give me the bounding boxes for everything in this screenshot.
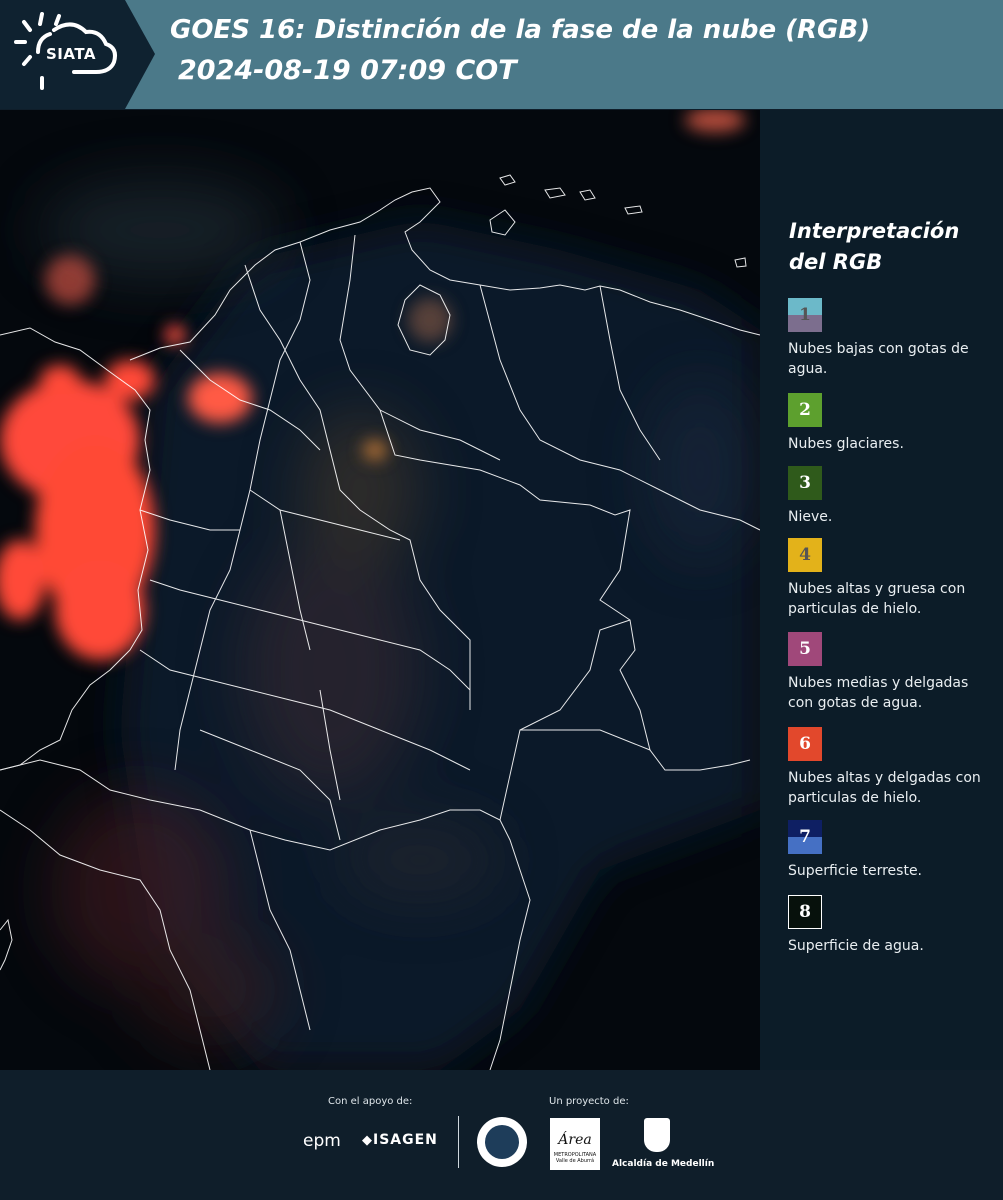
siata-logo-text: SIATA [46, 45, 97, 63]
legend-number-2: 2 [799, 400, 811, 420]
legend-item-8: 8 Superficie de agua. [788, 895, 1000, 956]
legend-swatch-2: 2 [788, 393, 822, 427]
isagen-mark-icon: ◆ [362, 1133, 373, 1148]
medellin-shield-icon [644, 1118, 670, 1152]
legend-label-8: Superficie de agua. [788, 938, 924, 954]
isagen-logo: ◆ISAGEN [362, 1132, 438, 1148]
legend-label-7: Superficie terreste. [788, 863, 923, 879]
legend-swatch-1: 1 [788, 298, 822, 332]
legend-number-6: 6 [799, 734, 811, 754]
legend-item-2: 2 Nubes glaciares. [788, 393, 1000, 454]
isagen-logo-text: ISAGEN [373, 1132, 438, 1148]
legend-label-6: Nubes altas y delgadas con particulas de… [788, 770, 981, 806]
legend-swatch-6: 6 [788, 727, 822, 761]
alcaldia-medellin-logo-text: Alcaldía de Medellín [612, 1159, 715, 1169]
legend-number-7: 7 [799, 827, 811, 847]
legend-label-4: Nubes altas y gruesa con particulas de h… [788, 581, 966, 617]
legend-item-6: 6 Nubes altas y delgadas con particulas … [788, 727, 1000, 808]
page-title: GOES 16: Distinción de la fase de la nub… [170, 15, 871, 45]
legend-swatch-7: 7 [788, 820, 822, 854]
legend-item-4: 4 Nubes altas y gruesa con particulas de… [788, 538, 1000, 619]
legend-label-3: Nieve. [788, 509, 833, 525]
support-label: Con el apoyo de: [328, 1096, 413, 1107]
legend-label-2: Nubes glaciares. [788, 436, 904, 452]
legend-swatch-3: 3 [788, 466, 822, 500]
legend-panel: Interpretación del RGB 1 Nubes bajas con… [760, 110, 1003, 1070]
legend-number-4: 4 [799, 545, 811, 565]
epm-logo: epm [303, 1131, 341, 1151]
legend-number-3: 3 [799, 473, 811, 493]
area-metropolitana-logo: Área METROPOLITANA Valle de Aburrá [550, 1118, 600, 1170]
legend-swatch-5: 5 [788, 632, 822, 666]
university-seal-logo [477, 1117, 527, 1167]
legend-label-1: Nubes bajas con gotas de agua. [788, 341, 969, 377]
legend-swatch-8: 8 [788, 895, 822, 929]
amva-logo-subtext: METROPOLITANA Valle de Aburrá [553, 1152, 597, 1164]
siata-logo: SIATA [0, 0, 155, 109]
legend-item-7: 7 Superficie terreste. [788, 820, 1000, 881]
legend-number-1: 1 [799, 305, 811, 325]
legend-number-8: 8 [799, 902, 811, 922]
seal-emblem-icon [485, 1125, 519, 1159]
timestamp: 2024-08-19 07:09 COT [178, 55, 517, 86]
project-label: Un proyecto de: [549, 1096, 629, 1107]
legend-swatch-4: 4 [788, 538, 822, 572]
legend-item-3: 3 Nieve. [788, 466, 1000, 527]
amva-logo-text: Área [558, 1132, 592, 1148]
satellite-image [0, 110, 760, 1070]
legend-label-5: Nubes medias y delgadas con gotas de agu… [788, 675, 969, 711]
legend-item-5: 5 Nubes medias y delgadas con gotas de a… [788, 632, 1000, 713]
legend-title: Interpretación del RGB [789, 219, 960, 274]
satellite-map [0, 110, 760, 1070]
footer-divider [458, 1116, 459, 1168]
legend-item-1: 1 Nubes bajas con gotas de agua. [788, 298, 1000, 379]
footer: Con el apoyo de: Un proyecto de: epm ◆IS… [0, 1070, 1003, 1200]
legend-number-5: 5 [799, 639, 811, 659]
header-bar: SIATA GOES 16: Distinción de la fase de … [0, 0, 1003, 109]
